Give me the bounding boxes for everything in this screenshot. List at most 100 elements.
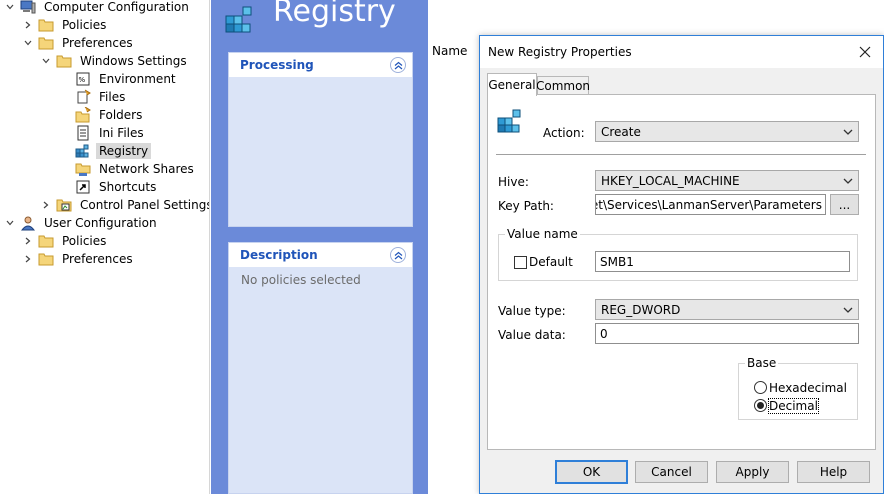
help-button[interactable]: Help: [797, 461, 870, 483]
shortcut-icon: [75, 179, 91, 195]
divider: [496, 154, 866, 155]
files-icon: [75, 89, 91, 105]
cancel-button[interactable]: Cancel: [635, 461, 708, 483]
tree-item-registry[interactable]: Registry: [59, 142, 152, 160]
close-icon[interactable]: [855, 42, 875, 62]
folders-icon: [75, 107, 91, 123]
folder-icon: [38, 35, 54, 51]
tree-item-label: Preferences: [62, 36, 133, 50]
tree-item-network-shares[interactable]: Network Shares: [59, 160, 197, 178]
key-path-input[interactable]: ontrolSet\Services\LanmanServer\Paramete…: [595, 194, 826, 215]
apply-button[interactable]: Apply: [716, 461, 789, 483]
tree-item-policies[interactable]: Policies: [22, 16, 109, 34]
tree-item-environment[interactable]: % Environment: [59, 70, 179, 88]
tree-item-label: Shortcuts: [99, 180, 157, 194]
radio-selected-dot: [757, 402, 764, 409]
folder-icon: [38, 251, 54, 267]
value-name-group-label: Value name: [505, 227, 580, 241]
action-value: Create: [601, 124, 641, 139]
tree-item-label: Folders: [99, 108, 143, 122]
tree-item-label: User Configuration: [44, 216, 157, 230]
navigation-tree: Computer Configuration Policies Preferen…: [0, 0, 210, 494]
chevron-down-icon: [843, 178, 853, 184]
decimal-radio[interactable]: [754, 399, 767, 412]
tree-item-folders[interactable]: Folders: [59, 106, 145, 124]
tree-item-preferences[interactable]: Preferences: [22, 34, 136, 52]
tree-item-files[interactable]: Files: [59, 88, 128, 106]
processing-panel: Processing: [228, 52, 413, 227]
tree-item-shortcuts[interactable]: Shortcuts: [59, 178, 159, 196]
chevron-right-icon[interactable]: [22, 235, 34, 247]
description-panel: Description No policies selected: [228, 242, 413, 494]
tab-common[interactable]: Common: [536, 76, 590, 95]
tree-item-label: Policies: [62, 234, 107, 248]
chevron-down-icon[interactable]: [22, 37, 34, 49]
browse-button[interactable]: ...: [830, 194, 859, 215]
registry-properties-dialog: New Registry Properties General Common A…: [479, 35, 884, 494]
chevron-down-icon[interactable]: [4, 217, 16, 229]
tab-general[interactable]: General: [487, 73, 537, 96]
svg-text:%: %: [79, 76, 86, 84]
hive-select[interactable]: HKEY_LOCAL_MACHINE: [595, 170, 859, 191]
tree-item-label: Windows Settings: [80, 54, 187, 68]
dialog-titlebar[interactable]: New Registry Properties: [480, 36, 883, 68]
user-icon: [20, 215, 36, 231]
registry-icon: [497, 109, 521, 133]
chevron-down-icon: [843, 129, 853, 135]
base-group: Base Hexadecimal Decimal: [738, 356, 858, 420]
pane-header: Registry: [211, 0, 491, 40]
value-data-input[interactable]: 0: [595, 323, 859, 344]
description-header: Description: [229, 243, 412, 267]
chevron-down-icon[interactable]: [40, 55, 52, 67]
chevron-right-icon[interactable]: [22, 19, 34, 31]
default-checkbox[interactable]: [514, 256, 527, 269]
environment-icon: %: [75, 71, 91, 87]
ini-files-icon: [75, 125, 91, 141]
tree-item-label: Computer Configuration: [44, 0, 189, 14]
collapse-up-icon[interactable]: [390, 57, 406, 73]
tree-item-label: Registry: [96, 143, 152, 159]
tree-item-computer-configuration[interactable]: Computer Configuration: [4, 0, 192, 16]
ok-button[interactable]: OK: [555, 460, 628, 484]
description-text: No policies selected: [241, 273, 361, 287]
column-header-name[interactable]: Name: [432, 44, 467, 58]
chevron-right-icon[interactable]: [22, 253, 34, 265]
value-type-value: REG_DWORD: [601, 302, 681, 317]
folder-icon: [56, 53, 72, 69]
registry-icon: [225, 6, 252, 33]
tree-item-label: Network Shares: [99, 162, 194, 176]
tree-item-label: Policies: [62, 18, 107, 32]
value-name-group: Value name Default SMB1: [498, 227, 858, 281]
tree-item-control-panel-settings[interactable]: Control Panel Settings: [40, 196, 210, 214]
hexadecimal-radio[interactable]: [754, 381, 767, 394]
folder-icon: [38, 233, 54, 249]
tree-item-ini-files[interactable]: Ini Files: [59, 124, 147, 142]
decimal-label[interactable]: Decimal: [768, 398, 819, 414]
folder-icon: [38, 17, 54, 33]
action-select[interactable]: Create: [595, 121, 859, 142]
page-title: Registry: [273, 0, 396, 29]
action-label: Action:: [543, 126, 585, 140]
network-shares-icon: [75, 161, 91, 177]
collapse-up-icon[interactable]: [390, 247, 406, 263]
chevron-down-icon: [843, 307, 853, 313]
chevron-down-icon[interactable]: [4, 1, 16, 13]
registry-icon: [75, 143, 91, 159]
tree-item-user-policies[interactable]: Policies: [22, 232, 109, 250]
tree-item-user-configuration[interactable]: User Configuration: [4, 214, 160, 232]
value-type-label: Value type:: [498, 304, 566, 318]
hive-label: Hive:: [498, 175, 529, 189]
general-tab-panel: Action: Create Hive: HKEY_LOCAL_MACHINE …: [487, 94, 876, 450]
base-group-label: Base: [745, 356, 779, 370]
value-name-input[interactable]: SMB1: [595, 251, 850, 272]
hexadecimal-label[interactable]: Hexadecimal: [769, 381, 847, 395]
chevron-right-icon[interactable]: [40, 199, 52, 211]
default-checkbox-label[interactable]: Default: [529, 255, 573, 269]
dialog-title: New Registry Properties: [488, 45, 632, 59]
tree-item-label: Control Panel Settings: [80, 198, 210, 212]
value-type-select[interactable]: REG_DWORD: [595, 299, 859, 320]
tree-item-label: Ini Files: [99, 126, 144, 140]
computer-icon: [20, 0, 36, 15]
tree-item-windows-settings[interactable]: Windows Settings: [40, 52, 190, 70]
tree-item-user-preferences[interactable]: Preferences: [22, 250, 136, 268]
